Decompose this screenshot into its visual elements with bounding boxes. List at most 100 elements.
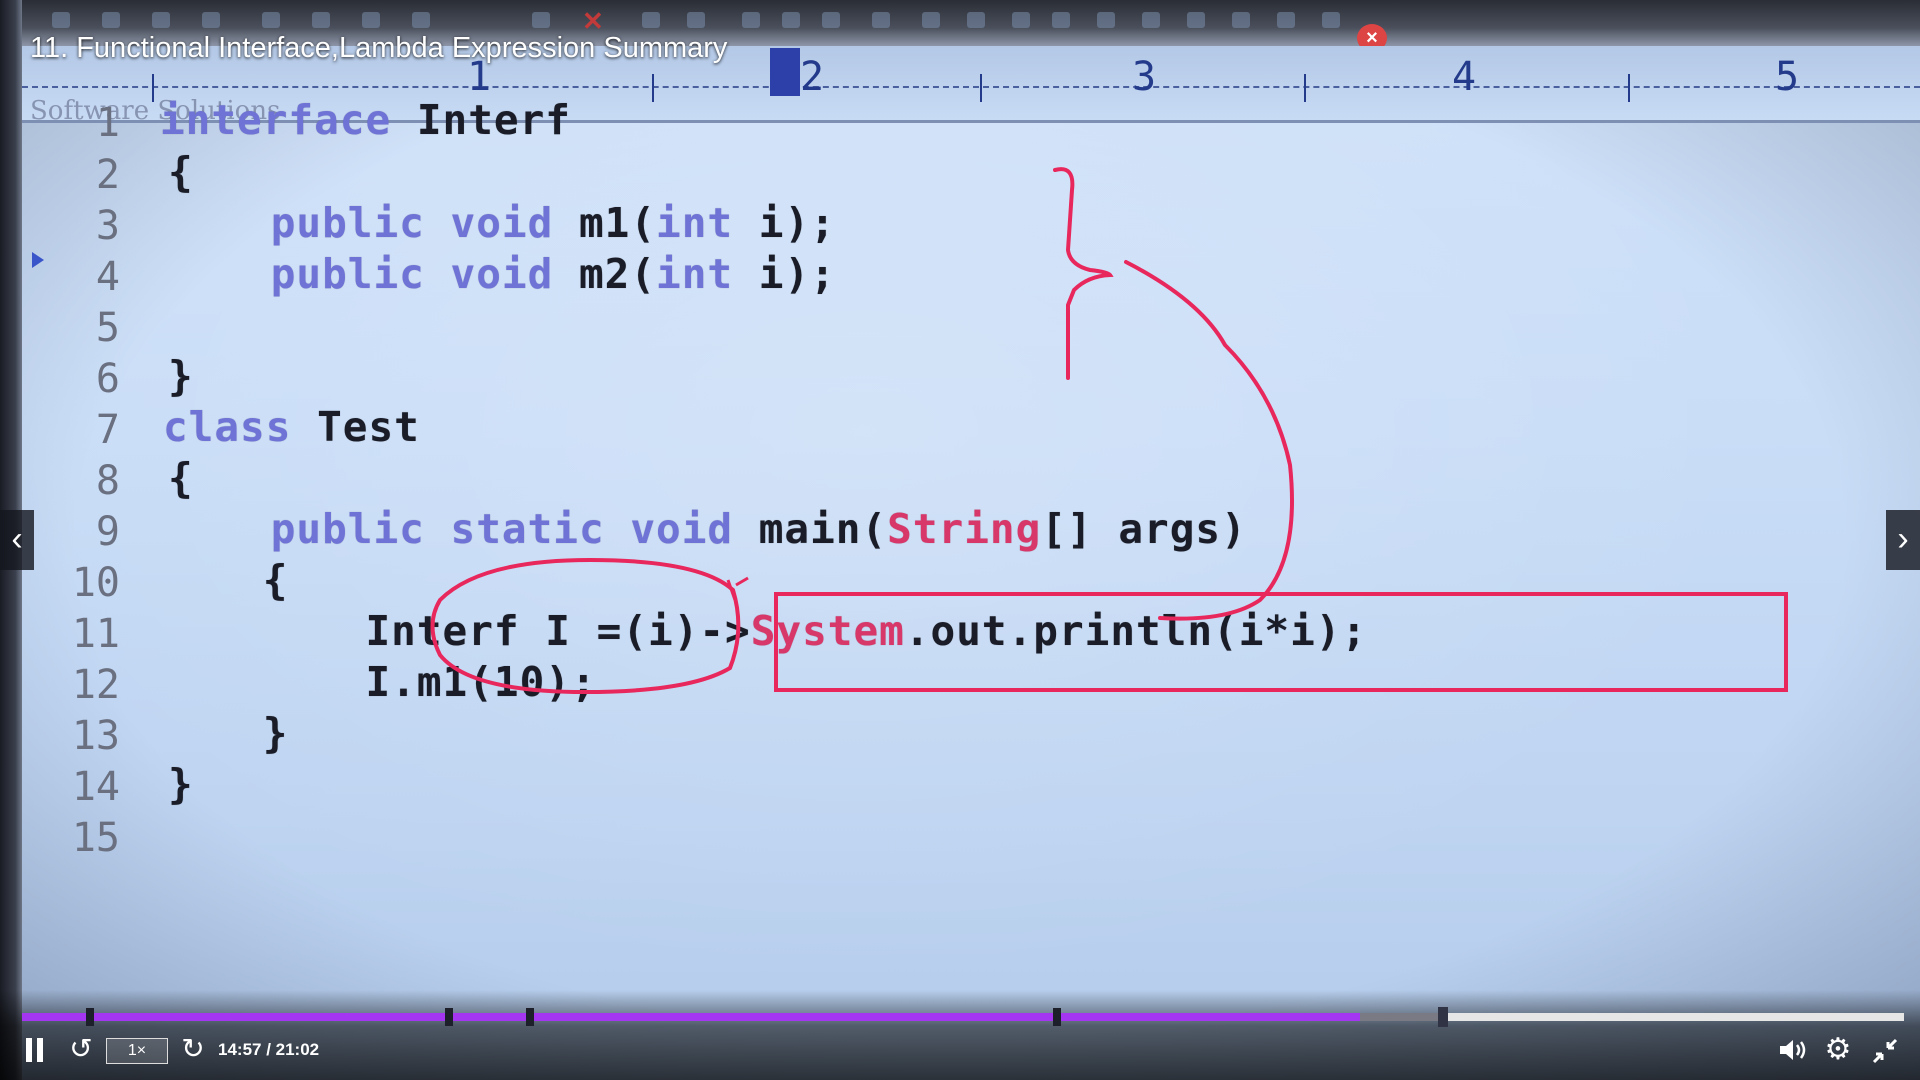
code-token: } xyxy=(168,352,194,400)
format-icon xyxy=(782,12,800,28)
code-line: I.m1(10); xyxy=(160,658,597,708)
copy-icon xyxy=(822,12,840,28)
code-token: Interf xyxy=(416,96,571,144)
split-icon xyxy=(1187,12,1205,28)
code-line: { xyxy=(168,148,194,198)
arrow-curve-annotation xyxy=(1124,260,1294,621)
code-line: } xyxy=(168,760,194,810)
view-icon xyxy=(1277,12,1295,28)
code-type: String xyxy=(887,505,1042,553)
code-token: } xyxy=(168,760,194,808)
code-line: public void m2(int i); xyxy=(168,250,836,300)
print-preview-icon xyxy=(312,12,330,28)
code-line: } xyxy=(160,709,288,759)
line-number: 8 xyxy=(95,458,120,504)
code-token: i); xyxy=(758,250,836,298)
fullscreen-exit-icon xyxy=(1872,1038,1898,1064)
line-number: 15 xyxy=(71,815,120,861)
save-all-icon xyxy=(202,12,220,28)
window-icon xyxy=(1142,12,1160,28)
chapter-mark[interactable] xyxy=(1053,1008,1062,1026)
code-line: Interf I =(i)->System.out.println(i*i); xyxy=(160,607,1367,657)
line-number: 10 xyxy=(71,560,120,606)
next-lecture-button[interactable]: › xyxy=(1886,510,1920,570)
code-keyword: public void xyxy=(270,250,579,298)
code-line: { xyxy=(168,454,194,504)
code-token: { xyxy=(168,454,194,502)
code-token: i); xyxy=(758,199,836,247)
font-icon xyxy=(922,12,940,28)
code-token: Interf I =(i)-> xyxy=(160,607,751,655)
chapter-mark[interactable] xyxy=(526,1008,535,1026)
code-keyword: public void xyxy=(270,199,579,247)
code-keyword: public static void xyxy=(270,505,759,553)
ruler-tick xyxy=(1628,74,1630,102)
video-player[interactable]: ✕ × 1 2 3 4 5 Software Solutions 1 inter… xyxy=(0,0,1920,1080)
table-icon xyxy=(1052,12,1070,28)
volume-button[interactable] xyxy=(1778,1036,1810,1064)
code-token: { xyxy=(168,148,194,196)
scrub-handle[interactable] xyxy=(1437,1007,1448,1027)
progress-played xyxy=(22,1013,1361,1021)
video-title: 11. Functional Interface,Lambda Expressi… xyxy=(30,32,728,64)
ruler-tick xyxy=(1304,74,1306,102)
playback-rate-button[interactable]: 1× xyxy=(106,1038,168,1064)
line-number: 12 xyxy=(71,662,120,708)
list-icon xyxy=(1012,12,1030,28)
forward-icon: ↻ xyxy=(181,1033,205,1064)
ruler-tick xyxy=(980,74,982,102)
tools-icon xyxy=(1232,12,1250,28)
code-token: [] args) xyxy=(1041,505,1247,553)
code-token: { xyxy=(160,556,289,604)
time-display: 14:57 / 21:02 xyxy=(218,1040,320,1059)
ruler-cursor xyxy=(770,48,800,96)
new-file-icon xyxy=(52,12,70,28)
line-number: 5 xyxy=(95,305,120,351)
code-line: } xyxy=(168,352,194,402)
code-line: class Test xyxy=(163,403,420,453)
settings-button[interactable]: ⚙ xyxy=(1822,1034,1854,1066)
paste-icon xyxy=(532,12,550,28)
line-number: 14 xyxy=(71,764,120,810)
print-icon xyxy=(262,12,280,28)
code-keyword: int xyxy=(656,199,759,247)
code-token: m2( xyxy=(578,250,657,298)
line-number: 13 xyxy=(71,713,120,759)
code-keyword: interface xyxy=(160,96,417,144)
curly-brace-annotation xyxy=(1053,167,1114,380)
code-token: m1( xyxy=(578,199,657,247)
progress-bar[interactable] xyxy=(22,1007,1904,1027)
line-number: 3 xyxy=(95,203,120,249)
open-file-icon xyxy=(102,12,120,28)
line-number: 2 xyxy=(95,152,120,198)
clipboard-icon xyxy=(412,12,430,28)
code-line: interface Interf xyxy=(160,96,571,146)
redo-icon xyxy=(687,12,705,28)
code-token: main( xyxy=(758,505,888,553)
line-number: 1 xyxy=(95,100,120,146)
previous-lecture-button[interactable]: ‹ xyxy=(0,510,34,570)
code-token: } xyxy=(160,709,289,757)
save-icon xyxy=(152,12,170,28)
code-line: public static void main(String[] args) xyxy=(168,505,1247,555)
line-number: 7 xyxy=(95,407,120,453)
code-token: Test xyxy=(317,403,420,451)
code-line: { xyxy=(160,556,288,606)
undo-icon xyxy=(642,12,660,28)
rewind-button[interactable]: ↺ xyxy=(66,1034,96,1064)
forward-button[interactable]: ↻ xyxy=(178,1034,208,1064)
ruler-mark: 3 xyxy=(1132,54,1157,100)
chapter-mark[interactable] xyxy=(85,1008,94,1026)
pause-button[interactable] xyxy=(25,1038,45,1062)
code-type: System xyxy=(750,607,905,655)
video-frame[interactable]: ✕ × 1 2 3 4 5 Software Solutions 1 inter… xyxy=(0,0,1920,1080)
ruler-mark: 5 xyxy=(1775,54,1800,100)
ruler-guide xyxy=(22,86,1920,88)
ruler-tick xyxy=(652,74,654,102)
chapter-mark[interactable] xyxy=(445,1008,454,1026)
line-number: 11 xyxy=(71,611,120,657)
exit-fullscreen-button[interactable] xyxy=(1870,1036,1900,1066)
